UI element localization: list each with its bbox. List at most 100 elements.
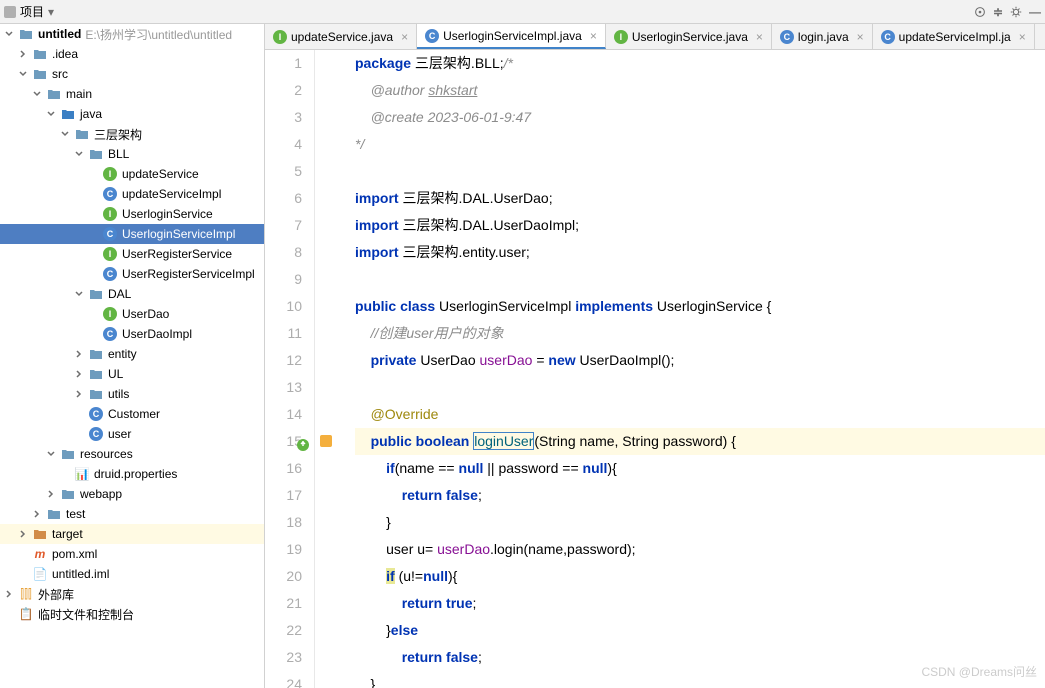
folder-icon — [88, 146, 104, 162]
tree-iml[interactable]: 📄untitled.iml — [0, 564, 264, 584]
close-icon[interactable]: × — [590, 29, 597, 43]
code-line-13[interactable] — [355, 374, 1045, 401]
tab-label: login.java — [798, 30, 849, 44]
chevron-down-icon[interactable] — [74, 149, 84, 159]
close-icon[interactable]: × — [401, 30, 408, 44]
tree-resources[interactable]: resources — [0, 444, 264, 464]
tree-updateServiceImpl[interactable]: CupdateServiceImpl — [0, 184, 264, 204]
class-icon: C — [102, 266, 118, 282]
tree-bll[interactable]: BLL — [0, 144, 264, 164]
tab-updateServiceImpl.ja[interactable]: CupdateServiceImpl.ja× — [873, 24, 1035, 49]
code-line-11[interactable]: //创建user用户的对象 — [355, 320, 1045, 347]
chevron-right-icon[interactable] — [74, 369, 84, 379]
tree-UserDao[interactable]: IUserDao — [0, 304, 264, 324]
code-line-7[interactable]: import 三层架构.DAL.UserDaoImpl; — [355, 212, 1045, 239]
code-line-21[interactable]: return true; — [355, 590, 1045, 617]
expand-icon[interactable]: ≑ — [993, 5, 1003, 19]
folder-icon — [88, 346, 104, 362]
code-line-18[interactable]: } — [355, 509, 1045, 536]
project-label[interactable]: 项目 — [20, 3, 44, 20]
close-icon[interactable]: × — [756, 30, 763, 44]
tab-login.java[interactable]: Clogin.java × — [772, 24, 873, 49]
chevron-right-icon[interactable] — [4, 589, 14, 599]
code-line-15[interactable]: public boolean loginUser(String name, St… — [355, 428, 1045, 455]
tab-UserloginServiceImpl.java[interactable]: CUserloginServiceImpl.java× — [417, 24, 606, 49]
tree-ext[interactable]: ⫿⫿⫿外部库 — [0, 584, 264, 604]
class-icon: C — [102, 326, 118, 342]
tree-java[interactable]: java — [0, 104, 264, 124]
tree-utils[interactable]: utils — [0, 384, 264, 404]
chevron-right-icon[interactable] — [74, 389, 84, 399]
code-line-20[interactable]: if (u!=null){ — [355, 563, 1045, 590]
chevron-right-icon[interactable] — [74, 349, 84, 359]
code-line-8[interactable]: import 三层架构.entity.user; — [355, 239, 1045, 266]
chevron-down-icon[interactable] — [32, 89, 42, 99]
code-line-4[interactable]: */ — [355, 131, 1045, 158]
tree-root[interactable]: untitledE:\扬州学习\untitled\untitled — [0, 24, 264, 44]
tree-druid[interactable]: 📊druid.properties — [0, 464, 264, 484]
code-line-5[interactable] — [355, 158, 1045, 185]
gear-icon[interactable] — [1009, 5, 1023, 19]
dropdown-icon[interactable]: ▾ — [48, 5, 54, 19]
tree-UserloginService[interactable]: IUserloginService — [0, 204, 264, 224]
folder-icon — [88, 366, 104, 382]
chevron-down-icon[interactable] — [18, 69, 28, 79]
tree-pom[interactable]: mpom.xml — [0, 544, 264, 564]
editor-tabs[interactable]: IupdateService.java×CUserloginServiceImp… — [265, 24, 1045, 50]
tree-UserRegisterServiceImpl[interactable]: CUserRegisterServiceImpl — [0, 264, 264, 284]
tree-arch[interactable]: 三层架构 — [0, 124, 264, 144]
code-line-22[interactable]: }else — [355, 617, 1045, 644]
chevron-right-icon[interactable] — [18, 49, 28, 59]
chevron-down-icon[interactable] — [46, 109, 56, 119]
target-icon[interactable] — [973, 5, 987, 19]
close-icon[interactable]: × — [857, 30, 864, 44]
code-editor[interactable]: package 三层架构.BLL;/* @author shkstart @cr… — [315, 50, 1045, 688]
tree-idea[interactable]: .idea — [0, 44, 264, 64]
project-tree[interactable]: untitledE:\扬州学习\untitled\untitled.ideasr… — [0, 24, 265, 688]
tree-user[interactable]: Cuser — [0, 424, 264, 444]
chevron-down-icon[interactable] — [4, 29, 14, 39]
folder-icon — [88, 386, 104, 402]
minimize-icon[interactable]: — — [1029, 5, 1041, 19]
folder-icon — [18, 26, 34, 42]
tree-dal[interactable]: DAL — [0, 284, 264, 304]
chevron-down-icon[interactable] — [60, 129, 70, 139]
chevron-right-icon[interactable] — [46, 489, 56, 499]
tree-updateService[interactable]: IupdateService — [0, 164, 264, 184]
code-line-6[interactable]: import 三层架构.DAL.UserDao; — [355, 185, 1045, 212]
code-line-2[interactable]: @author shkstart — [355, 77, 1045, 104]
code-line-16[interactable]: if(name == null || password == null){ — [355, 455, 1045, 482]
tree-target[interactable]: target — [0, 524, 264, 544]
tree-test[interactable]: test — [0, 504, 264, 524]
chevron-down-icon[interactable] — [74, 289, 84, 299]
code-line-3[interactable]: @create 2023-06-01-9:47 — [355, 104, 1045, 131]
code-line-10[interactable]: public class UserloginServiceImpl implem… — [355, 293, 1045, 320]
class-icon: C — [425, 29, 439, 43]
tree-UserRegisterService[interactable]: IUserRegisterService — [0, 244, 264, 264]
tree-customer[interactable]: CCustomer — [0, 404, 264, 424]
tree-scratch[interactable]: 📋临时文件和控制台 — [0, 604, 264, 624]
tree-webapp[interactable]: webapp — [0, 484, 264, 504]
close-icon[interactable]: × — [1019, 30, 1026, 44]
tree-src[interactable]: src — [0, 64, 264, 84]
code-line-19[interactable]: user u= userDao.login(name,password); — [355, 536, 1045, 563]
tree-ul[interactable]: UL — [0, 364, 264, 384]
tree-entity[interactable]: entity — [0, 344, 264, 364]
class-icon: C — [780, 30, 794, 44]
folder-icon — [74, 126, 90, 142]
chevron-down-icon[interactable] — [46, 449, 56, 459]
tree-main[interactable]: main — [0, 84, 264, 104]
code-line-1[interactable]: package 三层架构.BLL;/* — [355, 50, 1045, 77]
tree-UserloginServiceImpl[interactable]: CUserloginServiceImpl — [0, 224, 264, 244]
project-tool-icon — [4, 6, 16, 18]
chevron-right-icon[interactable] — [32, 509, 42, 519]
chevron-right-icon[interactable] — [18, 529, 28, 539]
code-line-14[interactable]: @Override — [355, 401, 1045, 428]
code-line-9[interactable] — [355, 266, 1045, 293]
tab-UserloginService.java[interactable]: IUserloginService.java× — [606, 24, 772, 49]
code-line-12[interactable]: private UserDao userDao = new UserDaoImp… — [355, 347, 1045, 374]
tree-UserDaoImpl[interactable]: CUserDaoImpl — [0, 324, 264, 344]
class-icon: C — [881, 30, 895, 44]
code-line-17[interactable]: return false; — [355, 482, 1045, 509]
tab-updateService.java[interactable]: IupdateService.java× — [265, 24, 417, 49]
